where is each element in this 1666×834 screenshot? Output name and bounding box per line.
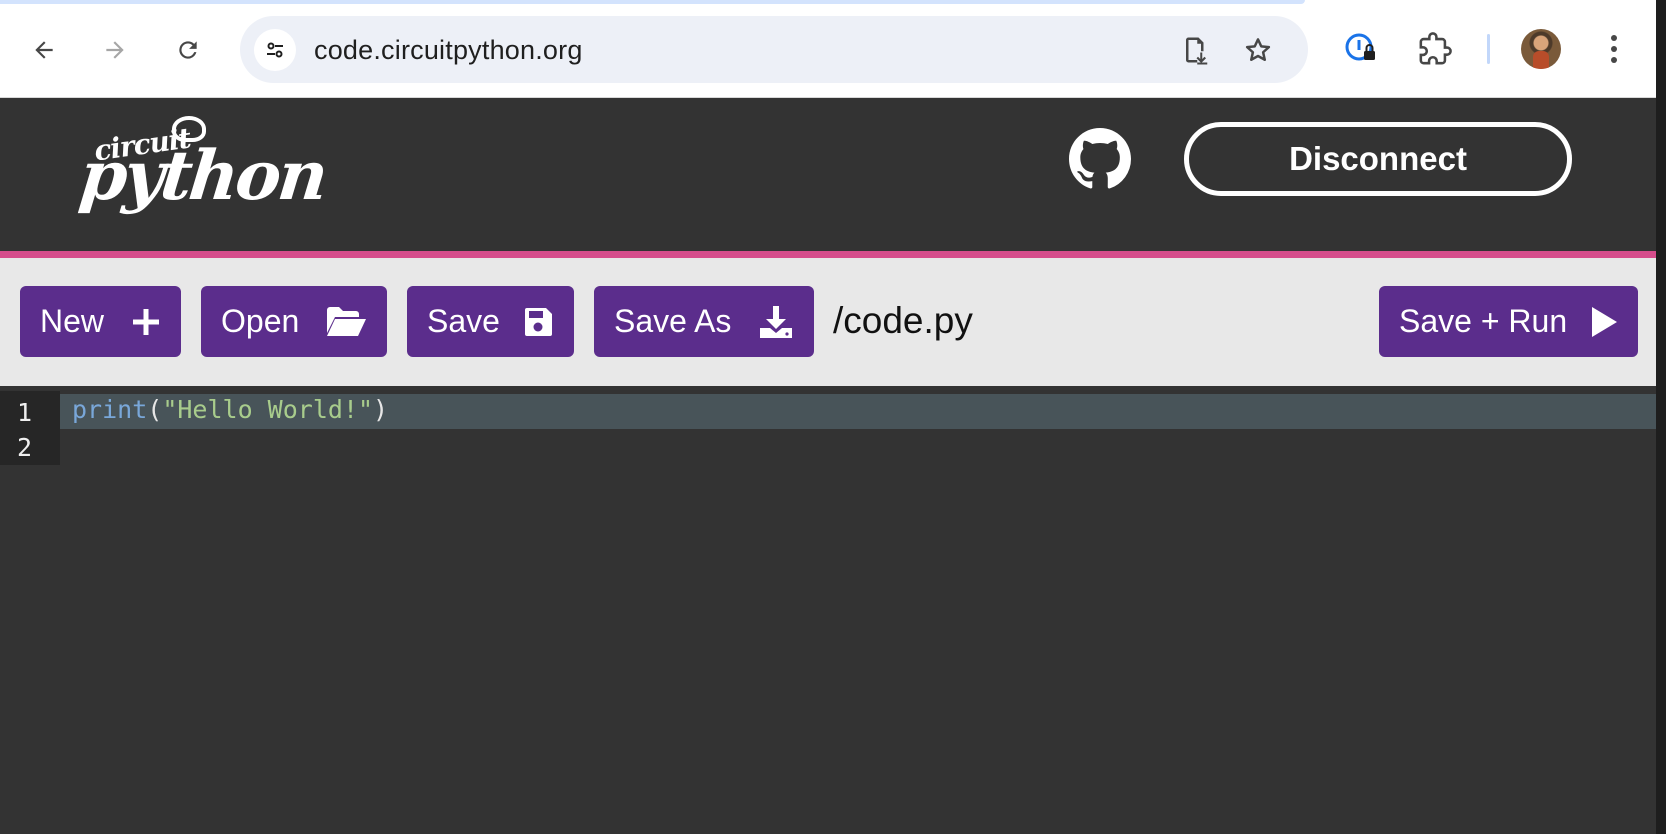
save-as-button-label: Save As [614, 303, 732, 339]
more-menu-button[interactable] [1591, 26, 1637, 72]
bookmark-button[interactable] [1240, 32, 1276, 68]
tab-strip [0, 0, 1305, 4]
site-info-button[interactable] [254, 29, 296, 71]
avatar[interactable] [1521, 29, 1561, 69]
password-manager-icon [1345, 33, 1375, 61]
save-button[interactable]: Save [407, 286, 574, 357]
back-button[interactable] [22, 28, 66, 72]
password-manager-button[interactable] [1339, 26, 1385, 72]
site-info-icon [267, 42, 283, 58]
code-token-function: print [72, 395, 148, 424]
code-editor[interactable]: 1 2 print("Hello World!") [0, 386, 1656, 834]
open-button[interactable]: Open [201, 286, 387, 357]
forward-arrow-icon [106, 41, 124, 59]
save-as-button[interactable]: Save As [594, 286, 814, 357]
back-arrow-icon [35, 41, 53, 59]
floppy-disk-icon [522, 306, 554, 338]
url-text[interactable]: code.circuitpython.org [314, 35, 583, 66]
save-button-label: Save [427, 303, 500, 339]
save-run-button-label: Save + Run [1399, 303, 1568, 339]
window-edge [1656, 0, 1666, 834]
line-number: 1 [17, 398, 33, 427]
download-icon [758, 304, 794, 340]
reload-icon [179, 41, 197, 59]
browser-toolbar: code.circuitpython.org [0, 0, 1656, 98]
disconnect-button[interactable]: Disconnect [1184, 122, 1572, 196]
reload-button[interactable] [166, 28, 210, 72]
github-link[interactable] [1069, 128, 1131, 190]
github-icon [1069, 128, 1131, 189]
new-button[interactable]: New [20, 286, 181, 357]
file-toolbar: New Open Save Save As /code.py Save + Ru… [0, 258, 1656, 386]
forward-button[interactable] [93, 28, 137, 72]
plus-icon [131, 307, 161, 337]
save-run-button[interactable]: Save + Run [1379, 286, 1638, 357]
extensions-button[interactable] [1412, 26, 1458, 72]
code-line[interactable]: print("Hello World!") [72, 395, 388, 424]
folder-open-icon [325, 306, 367, 338]
code-token-paren: ( [147, 395, 163, 424]
logo-text-bottom: python [75, 136, 329, 216]
address-bar[interactable]: code.circuitpython.org [240, 16, 1308, 83]
line-number: 2 [17, 433, 33, 462]
line-number-gutter: 1 2 [0, 391, 60, 465]
app-header: circuit python Disconnect [0, 98, 1656, 251]
current-file-path: /code.py [833, 300, 973, 341]
circuitpython-logo[interactable]: circuit python [76, 116, 329, 226]
install-page-icon [1186, 37, 1208, 65]
install-page-button[interactable] [1178, 32, 1214, 68]
header-accent-line [0, 251, 1656, 258]
extensions-icon [1419, 32, 1452, 65]
new-button-label: New [40, 303, 105, 339]
play-icon [1590, 306, 1618, 338]
toolbar-divider [1487, 34, 1490, 64]
code-token-paren: ) [373, 395, 389, 424]
open-button-label: Open [221, 303, 300, 339]
more-menu-icon [1611, 35, 1617, 63]
code-token-string: "Hello World!" [162, 395, 374, 424]
bookmark-star-icon [1245, 38, 1271, 61]
